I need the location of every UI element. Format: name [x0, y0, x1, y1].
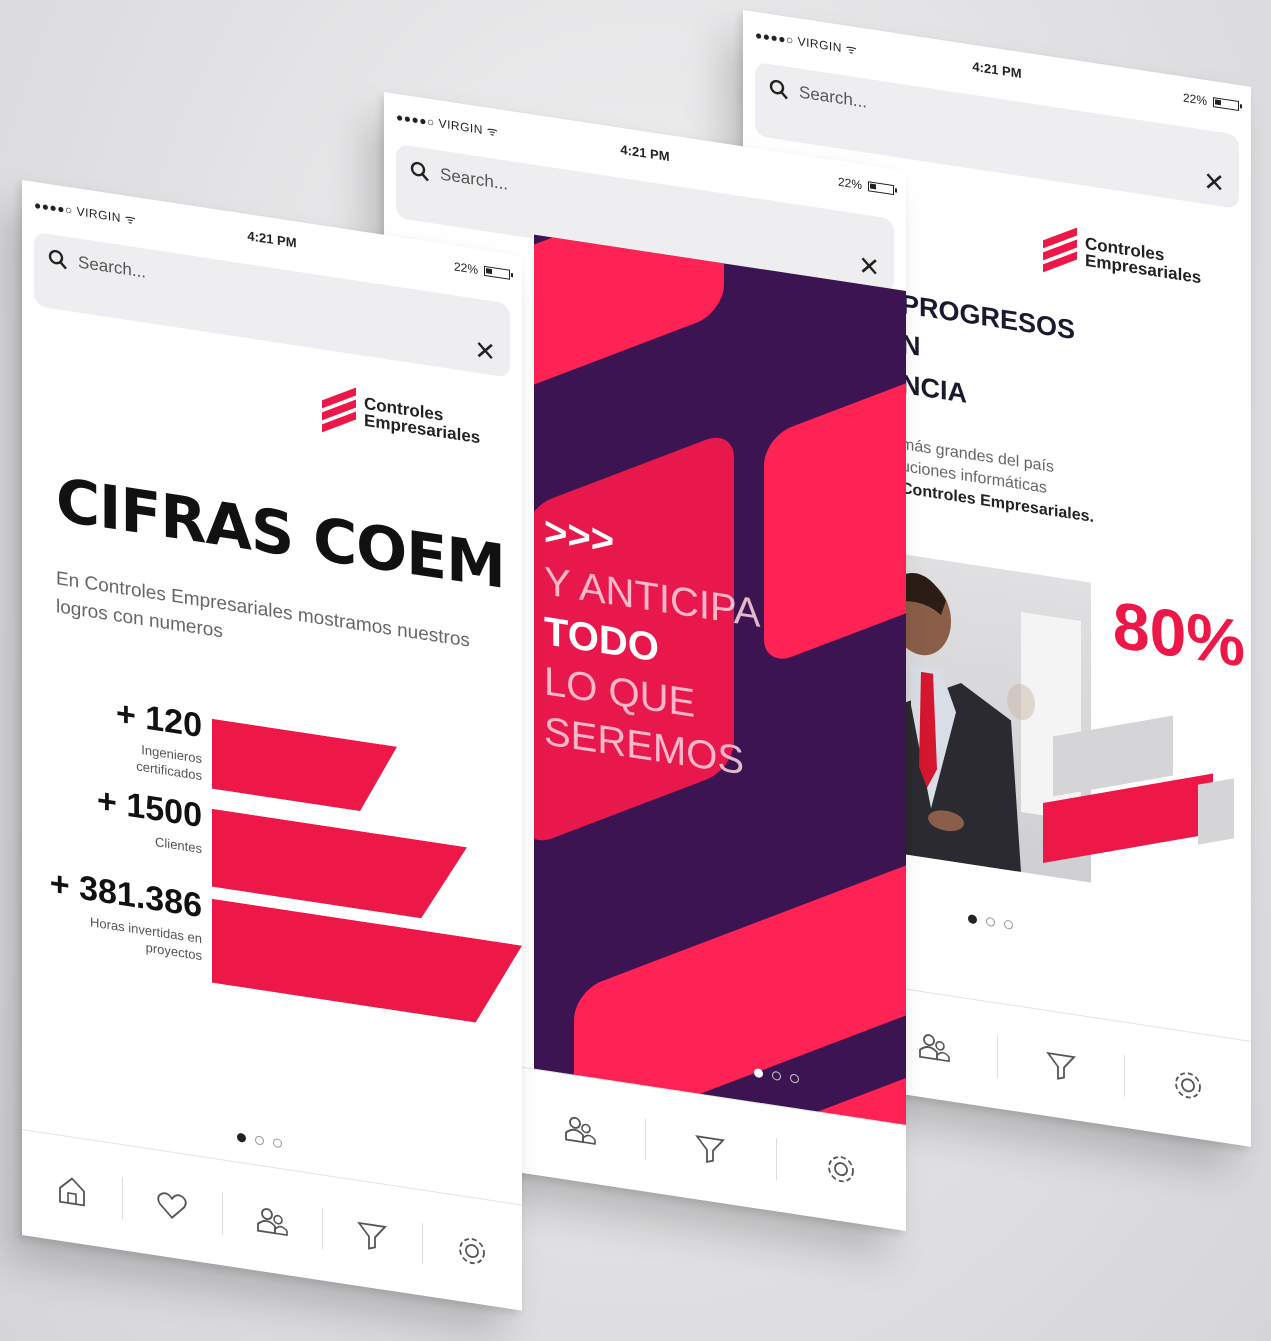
- search-input[interactable]: Search...: [440, 164, 508, 194]
- clock: 4:21 PM: [620, 141, 670, 165]
- close-icon[interactable]: ✕: [1203, 166, 1225, 199]
- settings-icon: [827, 1155, 854, 1182]
- company-logo: Controles Empresariales: [322, 385, 480, 449]
- stat-bar: [212, 899, 522, 1030]
- tab-favorites[interactable]: [122, 1163, 222, 1248]
- close-icon[interactable]: ✕: [474, 334, 496, 367]
- search-input[interactable]: Search...: [78, 252, 146, 282]
- tab-settings[interactable]: [776, 1124, 907, 1214]
- settings-icon: [459, 1237, 485, 1264]
- page-indicator[interactable]: [237, 1132, 282, 1149]
- page-dot[interactable]: [255, 1135, 264, 1146]
- home-icon: [59, 1176, 85, 1206]
- filter-icon: [1045, 1051, 1076, 1080]
- battery-percent: 22%: [453, 259, 478, 277]
- battery-indicator: 22%: [1183, 91, 1239, 113]
- hero-copy: >>> Y ANTICIPA TODO LO QUE SEREMOS: [544, 506, 760, 789]
- tab-users[interactable]: [515, 1084, 646, 1174]
- tab-filter[interactable]: [322, 1193, 422, 1278]
- battery-icon: [1213, 97, 1239, 112]
- battery-indicator: 22%: [838, 175, 894, 197]
- search-icon: [410, 161, 429, 182]
- logo-mark-icon: [1043, 225, 1077, 273]
- decor-stripe: [534, 234, 724, 400]
- page-indicator[interactable]: [754, 1067, 799, 1084]
- page-dot-active[interactable]: [237, 1132, 246, 1143]
- close-icon[interactable]: ✕: [858, 250, 880, 283]
- tab-filter[interactable]: [997, 1021, 1124, 1110]
- page-dot[interactable]: [986, 916, 995, 928]
- carrier-label: ●●●●○ VIRGIN ᯤ: [755, 27, 858, 58]
- battery-percent: 22%: [837, 174, 862, 193]
- tab-settings[interactable]: [422, 1208, 522, 1293]
- page-dot[interactable]: [273, 1137, 282, 1149]
- page-dot[interactable]: [772, 1070, 781, 1082]
- settings-icon: [1174, 1071, 1201, 1098]
- users-icon: [918, 1033, 950, 1062]
- page-dot[interactable]: [790, 1073, 799, 1084]
- company-logo: Controles Empresariales: [1043, 225, 1201, 289]
- hero-banner: >>> Y ANTICIPA TODO LO QUE SEREMOS: [534, 234, 906, 1161]
- page-indicator[interactable]: [968, 914, 1013, 930]
- screen-3-paragraph: más grandes del país uciones informática…: [901, 434, 1161, 539]
- tab-settings[interactable]: [1124, 1040, 1251, 1129]
- clock: 4:21 PM: [247, 228, 297, 251]
- battery-icon: [484, 265, 510, 280]
- carrier-label: ●●●●○ VIRGIN ᯤ: [396, 109, 499, 140]
- progress-percent: 80%: [1112, 586, 1245, 681]
- battery-percent: 22%: [1182, 90, 1207, 109]
- decor-stripe: [764, 368, 906, 668]
- page-dot-active[interactable]: [968, 914, 977, 925]
- battery-indicator: 22%: [454, 259, 510, 281]
- clock: 4:21 PM: [972, 58, 1022, 82]
- tab-filter[interactable]: [645, 1104, 776, 1194]
- screen-3-title: PROGRESOS N NCIA: [901, 284, 1075, 430]
- page-dot-active[interactable]: [754, 1067, 763, 1079]
- heart-icon: [157, 1191, 187, 1219]
- search-icon: [769, 79, 788, 100]
- carrier-label: ●●●●○ VIRGIN ᯤ: [34, 197, 137, 228]
- phone-screen-1: ●●●●○ VIRGIN ᯤ 4:21 PM 22% Search... ✕ C…: [22, 180, 522, 1311]
- tab-users[interactable]: [222, 1178, 322, 1263]
- battery-icon: [868, 181, 894, 196]
- progress-end-shape: [1198, 778, 1234, 845]
- stat-value: + 1500: [97, 781, 202, 836]
- stat-value: + 120: [115, 694, 202, 746]
- filter-icon: [357, 1221, 387, 1250]
- page-dot[interactable]: [1004, 919, 1013, 930]
- search-input[interactable]: Search...: [799, 82, 867, 112]
- tab-home[interactable]: [22, 1148, 122, 1233]
- stat-bar: [212, 719, 397, 817]
- search-icon: [48, 249, 67, 270]
- filter-icon: [695, 1134, 726, 1163]
- logo-mark-icon: [322, 385, 356, 433]
- users-icon: [564, 1116, 596, 1145]
- users-icon: [257, 1207, 288, 1236]
